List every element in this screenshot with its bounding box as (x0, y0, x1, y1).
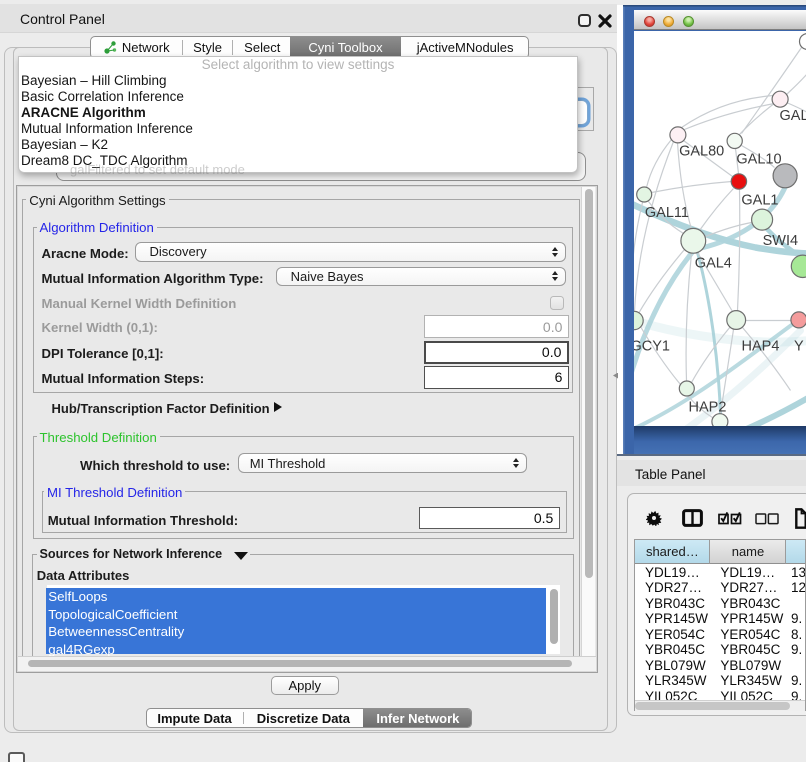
svg-text:GCY1: GCY1 (634, 338, 670, 354)
svg-text:Y: Y (794, 338, 804, 354)
svg-text:GAL10: GAL10 (736, 151, 781, 167)
svg-text:GAL1: GAL1 (741, 192, 778, 208)
svg-text:SWI4: SWI4 (762, 233, 797, 249)
svg-text:GAL7: GAL7 (779, 108, 806, 124)
svg-text:HAP2: HAP2 (688, 399, 726, 415)
svg-text:HAP4: HAP4 (741, 338, 779, 354)
svg-text:GAL80: GAL80 (679, 143, 724, 159)
svg-text:GAL4: GAL4 (694, 255, 731, 271)
svg-text:GAL11: GAL11 (644, 204, 688, 220)
